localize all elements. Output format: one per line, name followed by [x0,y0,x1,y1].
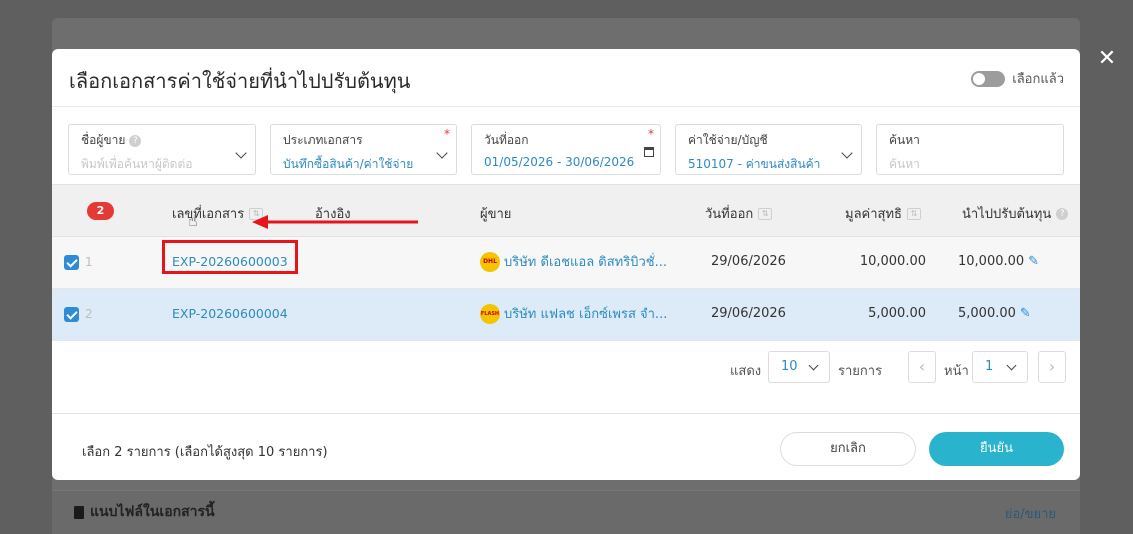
adjust-cell: 10,000.00 ✎ [958,254,1042,269]
select-expense-modal: เลือกเอกสารค่าใช้จ่ายที่นำไปปรับต้นทุน เ… [52,49,1080,480]
selected-count-badge: 2 [87,202,114,220]
column-doc-no-label: เลขที่เอกสาร [172,207,245,222]
prev-page-button[interactable]: ‹ [908,351,936,383]
close-icon[interactable]: ✕ [1096,48,1118,70]
background-attach-section: แนบไฟล์ในเอกสารนี้ ย่อ/ขยาย [52,490,1080,534]
issue-date-value: 01/05/2026 - 30/06/2026 [484,155,635,169]
doc-number-link[interactable]: EXP-20260600003 [172,254,288,269]
show-label: แสดง [730,364,762,379]
required-mark: * [648,127,654,141]
column-seller: ผู้ขาย [480,203,511,224]
row-number: 1 [85,255,93,269]
collapse-expand-link[interactable]: ย่อ/ขยาย [1005,503,1056,524]
items-label: รายการ [838,364,883,379]
seller-filter-placeholder: พิมพ์เพื่อค้นหาผู้ติดต่อ [81,157,193,171]
net-value: 5,000.00 [868,306,926,321]
attach-files-heading: แนบไฟล์ในเอกสารนี้ [74,501,215,523]
pagination: แสดง 10 รายการ ‹ หน้า 1 › [52,345,1080,385]
sort-icon[interactable]: ⇅ [906,207,921,220]
calendar-icon [644,147,654,157]
column-doc-no[interactable]: เลขที่เอกสาร ⇅ [172,203,264,224]
modal-header: เลือกเอกสารค่าใช้จ่ายที่นำไปปรับต้นทุน เ… [52,49,1080,107]
search-label: ค้นหา [889,133,920,147]
required-mark: * [444,127,450,141]
account-filter[interactable]: ค่าใช้จ่าย/บัญชี 510107 - ค่าขนส่งสินค้า [675,124,862,175]
issue-date: 29/06/2026 [711,306,786,321]
annotation-arrow [252,215,418,229]
table-row[interactable]: 2 EXP-20260600004 FLASH บริษัท แฟลช เอ็ก… [52,289,1080,341]
seller-cell: FLASH บริษัท แฟลช เอ็กซ์เพรส จำ... [480,303,667,324]
flash-logo-icon: FLASH [480,303,500,324]
issue-date-filter[interactable]: * วันที่ออก 01/05/2026 - 30/06/2026 [471,124,661,175]
table-row[interactable]: 1 EXP-20260600003 DHL บริษัท ดีเอชแอล ดิ… [52,237,1080,289]
column-net-value-label: มูลค่าสุทธิ [845,207,902,222]
next-page-button[interactable]: › [1038,351,1066,383]
doc-number-link[interactable]: EXP-20260600004 [172,306,288,321]
search-input[interactable]: ค้นหา ค้นหา [876,124,1064,175]
cancel-button[interactable]: ยกเลิก [780,432,916,466]
page-size-value: 10 [781,359,798,374]
toggle-switch[interactable] [971,70,1006,87]
page-value: 1 [985,359,994,374]
net-value: 10,000.00 [859,254,926,269]
row-checkbox[interactable] [64,307,79,322]
column-adjust-label: นำไปปรับต้นทุน [962,207,1052,222]
doc-type-filter[interactable]: * ประเภทเอกสาร บันทึกซื้อสินค้า/ค่าใช้จ่… [270,124,457,175]
seller-name: บริษัท แฟลช เอ็กซ์เพรส จำ... [504,307,668,322]
seller-filter-label: ชื่อผู้ขาย [81,133,126,147]
attach-files-label: แนบไฟล์ในเอกสารนี้ [90,504,215,520]
selection-info: เลือก 2 รายการ (เลือกได้สูงสุด 10 รายการ… [82,445,328,460]
adjust-value: 10,000.00 [958,254,1025,269]
column-net-value[interactable]: มูลค่าสุทธิ ⇅ [845,203,921,224]
modal-title: เลือกเอกสารค่าใช้จ่ายที่นำไปปรับต้นทุน [69,69,411,93]
file-icon [74,505,84,519]
arrow-head [252,215,268,229]
row-checkbox[interactable] [64,255,79,270]
column-issue-date-label: วันที่ออก [705,207,754,222]
help-icon: ? [1056,207,1069,220]
toggle-label: เลือกแล้ว [1012,72,1064,87]
modal-footer: เลือก 2 รายการ (เลือกได้สูงสุด 10 รายการ… [52,413,1080,480]
chevron-down-icon [808,360,819,371]
seller-cell: DHL บริษัท ดีเอชแอล ดิสทริบิวชั่... [480,251,667,272]
chevron-down-icon [1006,360,1017,371]
account-label: ค่าใช้จ่าย/บัญชี [688,133,768,147]
pencil-icon[interactable]: ✎ [1028,254,1042,269]
show-selected-toggle[interactable]: เลือกแล้ว [971,68,1064,89]
adjust-value: 5,000.00 [958,306,1016,321]
table-header: 2 เลขที่เอกสาร ⇅ อ้างอิง ผู้ขาย วันที่ออ… [52,185,1080,237]
help-icon: ? [129,134,142,147]
expense-table: 2 เลขที่เอกสาร ⇅ อ้างอิง ผู้ขาย วันที่ออ… [52,185,1080,341]
page-select[interactable]: 1 [972,351,1028,383]
seller-name: บริษัท ดีเอชแอล ดิสทริบิวชั่... [504,255,668,270]
pencil-icon[interactable]: ✎ [1020,306,1034,321]
filter-bar: ชื่อผู้ขาย? พิมพ์เพื่อค้นหาผู้ติดต่อ * ป… [52,107,1080,185]
doc-type-value: บันทึกซื้อสินค้า/ค่าใช้จ่าย [283,157,414,171]
adjust-cell: 5,000.00 ✎ [958,306,1034,321]
issue-date: 29/06/2026 [711,254,786,269]
hand-cursor-icon: ☝ [188,211,198,230]
dhl-logo-icon: DHL [480,251,500,272]
page-size-select[interactable]: 10 [768,351,830,383]
doc-type-label: ประเภทเอกสาร [283,133,363,147]
account-value: 510107 - ค่าขนส่งสินค้า [688,157,821,171]
row-number: 2 [85,307,93,321]
seller-filter[interactable]: ชื่อผู้ขาย? พิมพ์เพื่อค้นหาผู้ติดต่อ [68,124,256,175]
column-seller-label: ผู้ขาย [480,207,512,222]
sort-icon[interactable]: ⇅ [758,207,773,220]
column-adjust: นำไปปรับต้นทุน ? [962,203,1069,224]
page-label: หน้า [944,364,969,379]
issue-date-label: วันที่ออก [484,133,529,147]
search-placeholder: ค้นหา [889,157,920,171]
confirm-button[interactable]: ยืนยัน [929,432,1064,466]
column-issue-date[interactable]: วันที่ออก ⇅ [705,203,773,224]
